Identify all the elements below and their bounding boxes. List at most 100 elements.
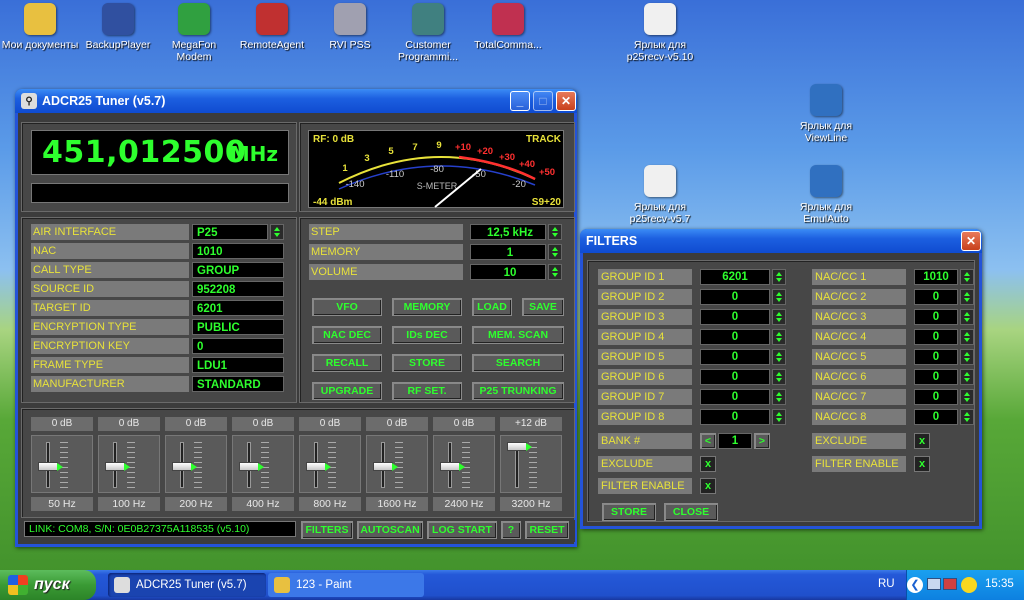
- nac-cc-value[interactable]: 1010: [914, 269, 958, 285]
- nac-cc-spinner[interactable]: [960, 349, 974, 365]
- nac-cc-value[interactable]: 0: [914, 409, 958, 425]
- maximize-button[interactable]: □: [533, 91, 553, 111]
- log-start-button[interactable]: LOG START: [427, 521, 497, 539]
- search-button[interactable]: SEARCH: [472, 354, 564, 372]
- smiley-icon[interactable]: [961, 577, 977, 593]
- network-icon[interactable]: [927, 578, 941, 590]
- eq-slider-knob[interactable]: [440, 462, 465, 471]
- eq-slider-knob[interactable]: [507, 442, 532, 451]
- info-value[interactable]: P25: [192, 224, 268, 240]
- store-button[interactable]: STORE: [392, 354, 462, 372]
- recall-button[interactable]: RECALL: [312, 354, 382, 372]
- group-id-value[interactable]: 0: [700, 289, 770, 305]
- nac-cc-spinner[interactable]: [960, 269, 974, 285]
- eq-slider[interactable]: [366, 435, 428, 493]
- help-button[interactable]: ?: [501, 521, 521, 539]
- bank-prev-button[interactable]: <: [700, 433, 716, 449]
- filter-enable-checkbox-right[interactable]: x: [914, 456, 930, 472]
- nac-cc-spinner[interactable]: [960, 369, 974, 385]
- eq-slider[interactable]: [299, 435, 361, 493]
- filters-titlebar[interactable]: FILTERS ✕: [580, 229, 982, 253]
- nac-cc-spinner[interactable]: [960, 409, 974, 425]
- filters-button[interactable]: FILTERS: [301, 521, 353, 539]
- nac-cc-value[interactable]: 0: [914, 289, 958, 305]
- setting-value[interactable]: 1: [470, 244, 546, 260]
- desktop-icon[interactable]: Мои документы: [0, 3, 80, 51]
- desktop-icon[interactable]: BackupPlayer: [78, 3, 158, 51]
- task-paint[interactable]: 123 - Paint: [268, 573, 424, 597]
- group-id-value[interactable]: 0: [700, 309, 770, 325]
- group-id-value[interactable]: 0: [700, 349, 770, 365]
- close-button[interactable]: ✕: [556, 91, 576, 111]
- filters-close-btn[interactable]: CLOSE: [664, 503, 718, 521]
- eq-slider-knob[interactable]: [38, 462, 63, 471]
- eq-slider[interactable]: [165, 435, 227, 493]
- eq-slider-knob[interactable]: [105, 462, 130, 471]
- mem-scan-button[interactable]: MEM. SCAN: [472, 326, 564, 344]
- network-icon-2[interactable]: [943, 578, 957, 590]
- task-tuner[interactable]: ADCR25 Tuner (v5.7): [108, 573, 266, 597]
- group-id-value[interactable]: 0: [700, 389, 770, 405]
- setting-spinner[interactable]: [548, 264, 562, 280]
- setting-value[interactable]: 10: [470, 264, 546, 280]
- desktop-icon[interactable]: Ярлык для p25recv-v5.10: [620, 3, 700, 63]
- bank-value[interactable]: 1: [718, 433, 752, 449]
- clock[interactable]: 15:35: [985, 578, 1014, 590]
- filters-store-button[interactable]: STORE: [602, 503, 656, 521]
- nac-dec-button[interactable]: NAC DEC: [312, 326, 382, 344]
- group-id-spinner[interactable]: [772, 349, 786, 365]
- start-button[interactable]: пуск: [0, 570, 96, 600]
- eq-slider[interactable]: [31, 435, 93, 493]
- tuner-titlebar[interactable]: ⚲ ADCR25 Tuner (v5.7) _ □ ✕: [15, 89, 577, 113]
- nac-cc-spinner[interactable]: [960, 329, 974, 345]
- group-id-spinner[interactable]: [772, 269, 786, 285]
- nac-cc-spinner[interactable]: [960, 389, 974, 405]
- p25-trunking-button[interactable]: P25 TRUNKING: [472, 382, 564, 400]
- nac-cc-value[interactable]: 0: [914, 329, 958, 345]
- autoscan-button[interactable]: AUTOSCAN: [357, 521, 423, 539]
- group-id-value[interactable]: 0: [700, 409, 770, 425]
- desktop-icon[interactable]: Ярлык для EmulAuto: [786, 165, 866, 225]
- eq-slider-knob[interactable]: [239, 462, 264, 471]
- setting-spinner[interactable]: [548, 244, 562, 260]
- group-id-spinner[interactable]: [772, 309, 786, 325]
- nac-cc-value[interactable]: 0: [914, 349, 958, 365]
- nac-cc-spinner[interactable]: [960, 289, 974, 305]
- tray-expand-icon[interactable]: ❮: [907, 577, 923, 593]
- memory-button[interactable]: MEMORY: [392, 298, 462, 316]
- minimize-button[interactable]: _: [510, 91, 530, 111]
- desktop-icon[interactable]: MegaFon Modem: [154, 3, 234, 63]
- desktop-icon[interactable]: Ярлык для ViewLine: [786, 84, 866, 144]
- language-indicator[interactable]: RU: [878, 578, 895, 590]
- eq-slider[interactable]: [98, 435, 160, 493]
- setting-spinner[interactable]: [548, 224, 562, 240]
- nac-cc-value[interactable]: 0: [914, 309, 958, 325]
- eq-slider[interactable]: [232, 435, 294, 493]
- eq-slider-knob[interactable]: [306, 462, 331, 471]
- group-id-value[interactable]: 6201: [700, 269, 770, 285]
- group-id-value[interactable]: 0: [700, 329, 770, 345]
- upgrade-button[interactable]: UPGRADE: [312, 382, 382, 400]
- desktop-icon[interactable]: RVI PSS: [310, 3, 390, 51]
- filters-close-button[interactable]: ✕: [961, 231, 981, 251]
- rf-set-button[interactable]: RF SET.: [392, 382, 462, 400]
- save-button[interactable]: SAVE: [522, 298, 564, 316]
- desktop-icon[interactable]: RemoteAgent: [232, 3, 312, 51]
- vfo-button[interactable]: VFO: [312, 298, 382, 316]
- ids-dec-button[interactable]: IDs DEC: [392, 326, 462, 344]
- bank-next-button[interactable]: >: [754, 433, 770, 449]
- nac-cc-spinner[interactable]: [960, 309, 974, 325]
- group-id-spinner[interactable]: [772, 389, 786, 405]
- group-id-value[interactable]: 0: [700, 369, 770, 385]
- desktop-icon[interactable]: Customer Programmi...: [388, 3, 468, 63]
- eq-slider[interactable]: [500, 435, 562, 493]
- reset-button[interactable]: RESET: [525, 521, 569, 539]
- group-id-spinner[interactable]: [772, 369, 786, 385]
- frequency-display[interactable]: 451,012500 MHz: [31, 130, 289, 175]
- group-id-spinner[interactable]: [772, 409, 786, 425]
- setting-value[interactable]: 12,5 kHz: [470, 224, 546, 240]
- filter-enable-checkbox-left[interactable]: x: [700, 478, 716, 494]
- nac-cc-value[interactable]: 0: [914, 369, 958, 385]
- group-id-spinner[interactable]: [772, 329, 786, 345]
- group-id-spinner[interactable]: [772, 289, 786, 305]
